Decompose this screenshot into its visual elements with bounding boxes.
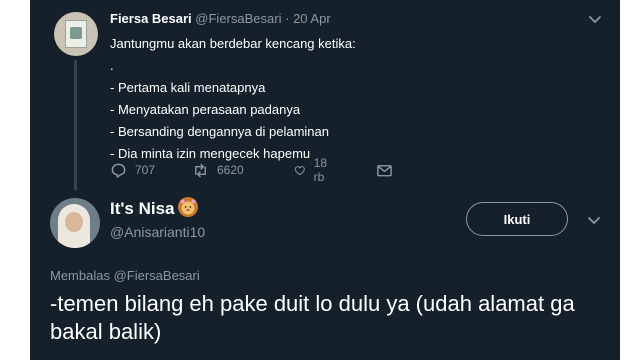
tweet-line: - Menyatakan perasaan padanya: [110, 102, 301, 117]
heart-icon: [294, 165, 305, 175]
tweet-line: Jantungmu akan berdebar kencang ketika:: [110, 36, 356, 51]
reply-author-name[interactable]: It's Nisa: [110, 199, 175, 219]
reply-tweet-text: -temen bilang eh pake duit lo dulu ya (u…: [50, 291, 575, 344]
chevron-down-icon[interactable]: [585, 211, 603, 229]
replying-to-label: Membalas @FiersaBesari: [50, 268, 200, 283]
retweet-count: 6620: [217, 163, 244, 177]
follow-button[interactable]: Ikuti: [466, 202, 568, 236]
chevron-down-icon[interactable]: [586, 10, 604, 28]
reply-author-handle[interactable]: @Anisarianti10: [110, 224, 205, 240]
thread-connector-line: [74, 60, 77, 190]
fiersa-avatar[interactable]: [54, 12, 98, 56]
parent-tweet-date[interactable]: 20 Apr: [293, 11, 331, 26]
like-button[interactable]: 18 rb: [294, 156, 332, 184]
tweet-line: - Dia minta izin mengecek hapemu: [110, 146, 311, 161]
reply-tweet[interactable]: It's Nisa @Anisarianti10 Ikuti Membalas …: [30, 192, 620, 360]
avatar-image: [65, 20, 87, 48]
parent-tweet-text: Jantungmu akan berdebar kencang ketika: …: [110, 33, 570, 165]
tweet-line: .: [110, 58, 114, 73]
parent-author-handle[interactable]: @FiersaBesari: [195, 11, 281, 26]
like-count: 18 rb: [313, 156, 327, 184]
reply-button[interactable]: 707: [110, 160, 155, 180]
reply-count: 707: [135, 163, 156, 177]
header-separator: ·: [285, 11, 290, 26]
retweet-icon: [195, 163, 206, 177]
envelope-icon: [377, 164, 392, 176]
tweet-line: - Bersanding dengannya di pelaminan: [110, 124, 329, 139]
lion-face-emoji-icon: [178, 197, 198, 217]
tweet-line: - Pertama kali menatapnya: [110, 80, 266, 95]
nisa-avatar[interactable]: [50, 198, 100, 248]
direct-message-button[interactable]: [376, 160, 393, 180]
avatar-face: [65, 212, 83, 232]
tweet-thread-card: Fiersa Besari @FiersaBesari · 20 Apr Jan…: [30, 0, 620, 360]
parent-tweet-header: Fiersa Besari @FiersaBesari · 20 Apr: [110, 11, 331, 26]
retweet-button[interactable]: 6620: [192, 160, 244, 180]
parent-author-name[interactable]: Fiersa Besari: [110, 11, 192, 26]
reply-icon: [111, 163, 126, 178]
parent-tweet[interactable]: Fiersa Besari @FiersaBesari · 20 Apr Jan…: [30, 0, 620, 192]
